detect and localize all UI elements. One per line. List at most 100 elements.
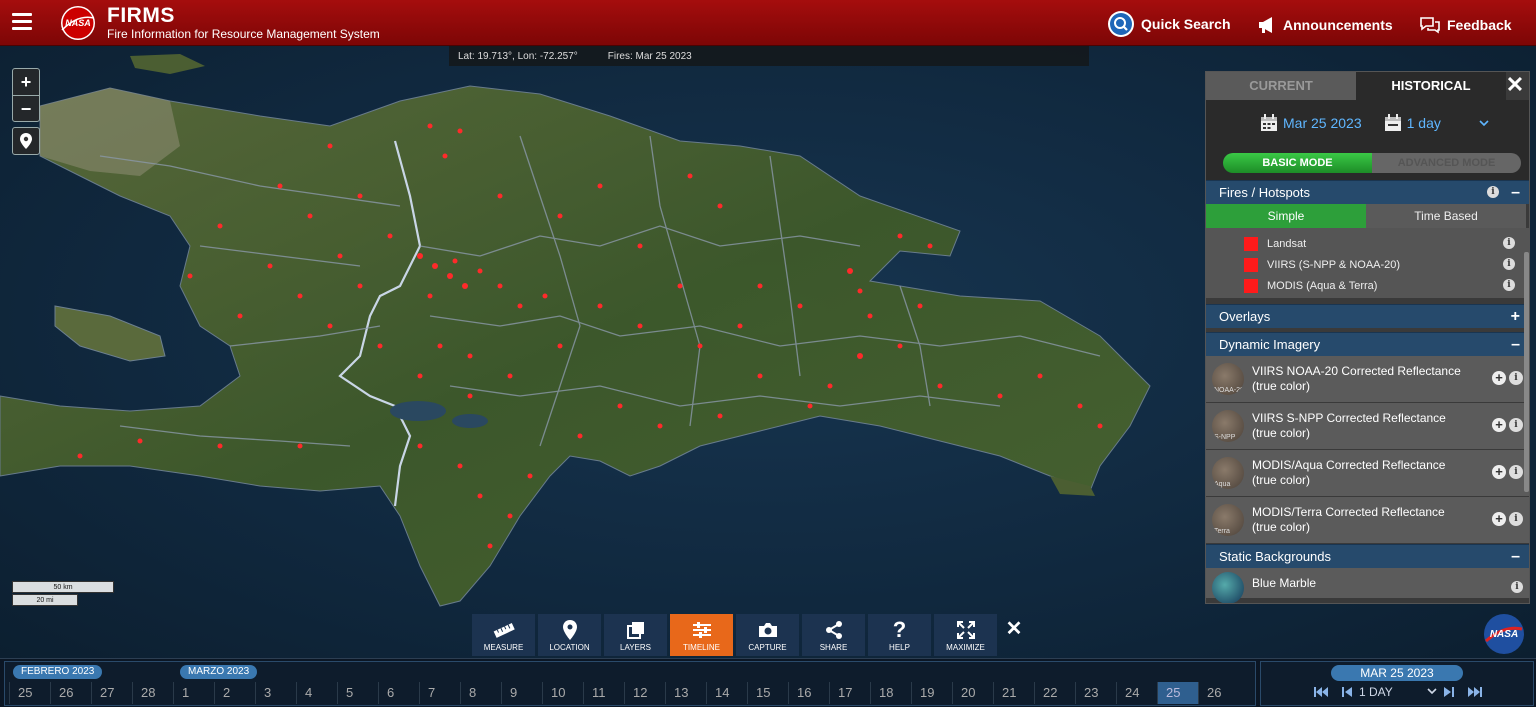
fire-layer-viirs[interactable]: VIIRS (S-NPP & NOAA-20) i xyxy=(1206,254,1529,275)
timeline-day[interactable]: 18 xyxy=(870,682,911,704)
share-button[interactable]: SHARE xyxy=(802,614,865,656)
close-toolbar-icon[interactable]: ✕ xyxy=(1000,614,1028,656)
info-icon[interactable]: i xyxy=(1487,186,1499,198)
layers-button[interactable]: LAYERS xyxy=(604,614,667,656)
timeline-day[interactable]: 19 xyxy=(911,682,952,704)
timeline-day[interactable]: 24 xyxy=(1116,682,1157,704)
section-overlays[interactable]: Overlays + xyxy=(1206,304,1529,328)
capture-button[interactable]: CAPTURE xyxy=(736,614,799,656)
timeline-day[interactable]: 13 xyxy=(665,682,706,704)
subtab-simple[interactable]: Simple xyxy=(1206,204,1366,228)
info-icon[interactable]: i xyxy=(1503,237,1515,249)
timeline-day[interactable]: 12 xyxy=(624,682,665,704)
collapse-icon[interactable]: – xyxy=(1511,545,1520,569)
info-icon[interactable]: i xyxy=(1509,371,1523,385)
timeline-day[interactable]: 27 xyxy=(91,682,132,704)
announcements-button[interactable]: Announcements xyxy=(1257,11,1393,39)
imagery-item[interactable]: S-NPP VIIRS S-NPP Corrected Reflectance … xyxy=(1206,403,1529,450)
tab-current[interactable]: CURRENT xyxy=(1206,72,1356,100)
timeline-day[interactable]: 1 xyxy=(173,682,214,704)
timeline-day[interactable]: 21 xyxy=(993,682,1034,704)
measure-button[interactable]: MEASURE xyxy=(472,614,535,656)
timeline-day[interactable]: 5 xyxy=(337,682,378,704)
panel-scrollbar[interactable] xyxy=(1524,252,1529,492)
calendar-icon xyxy=(1261,114,1277,131)
timeline-days[interactable]: FEBRERO 2023 MARZO 2023 25 26 27 28 1 2 3 4 5 6 7 8… xyxy=(4,661,1256,706)
tool-label: MEASURE xyxy=(483,643,524,652)
app-title: FIRMS xyxy=(107,4,175,27)
timeline-day[interactable]: 4 xyxy=(296,682,337,704)
timeline-day[interactable]: 10 xyxy=(542,682,583,704)
timeline-button[interactable]: TIMELINE xyxy=(670,614,733,656)
imagery-item[interactable]: NOAA-20 VIIRS NOAA-20 Corrected Reflecta… xyxy=(1206,356,1529,403)
info-icon[interactable]: i xyxy=(1503,279,1515,291)
skip-back-icon[interactable] xyxy=(1314,686,1328,698)
section-static-backgrounds[interactable]: Static Backgrounds – xyxy=(1206,544,1529,568)
timeline-day[interactable]: 14 xyxy=(706,682,747,704)
fire-layer-landsat[interactable]: Landsat i xyxy=(1206,233,1529,254)
timeline-day[interactable]: 26 xyxy=(1198,682,1239,704)
imagery-thumbnail: NOAA-20 xyxy=(1212,363,1244,395)
timeline-day[interactable]: 25 xyxy=(9,682,50,704)
collapse-icon[interactable]: – xyxy=(1511,333,1520,357)
subtab-time-based[interactable]: Time Based xyxy=(1366,204,1526,228)
background-blue-marble[interactable]: Blue Marble i xyxy=(1206,568,1529,603)
timeline-day[interactable]: 23 xyxy=(1075,682,1116,704)
timeline-day[interactable]: 16 xyxy=(788,682,829,704)
maximize-button[interactable]: MAXIMIZE xyxy=(934,614,997,656)
timeline-day[interactable]: 9 xyxy=(501,682,542,704)
timeline-day[interactable]: 8 xyxy=(460,682,501,704)
add-icon[interactable]: + xyxy=(1492,371,1506,385)
timeline-day[interactable]: 15 xyxy=(747,682,788,704)
section-fires-hotspots[interactable]: Fires / Hotspots i – xyxy=(1206,180,1529,204)
close-panel-icon[interactable]: ✕ xyxy=(1505,74,1525,96)
step-back-icon[interactable] xyxy=(1342,686,1352,698)
timeline-day[interactable]: 2 xyxy=(214,682,255,704)
date-picker[interactable]: Mar 25 2023 xyxy=(1260,114,1362,132)
timeline-day[interactable]: 3 xyxy=(255,682,296,704)
step-forward-icon[interactable] xyxy=(1444,686,1454,698)
info-icon[interactable]: i xyxy=(1511,581,1523,593)
timeline-day[interactable]: 7 xyxy=(419,682,460,704)
quick-search-button[interactable]: Quick Search xyxy=(1107,10,1231,38)
info-icon[interactable]: i xyxy=(1509,418,1523,432)
info-icon[interactable]: i xyxy=(1509,512,1523,526)
basic-mode-button[interactable]: BASIC MODE xyxy=(1223,153,1372,173)
location-button[interactable]: LOCATION xyxy=(538,614,601,656)
zoom-out-button[interactable]: − xyxy=(13,95,39,121)
feedback-button[interactable]: Feedback xyxy=(1419,11,1512,39)
fire-layer-modis[interactable]: MODIS (Aqua & Terra) i xyxy=(1206,275,1529,296)
timeline-day[interactable]: 20 xyxy=(952,682,993,704)
info-icon[interactable]: i xyxy=(1509,465,1523,479)
tab-historical[interactable]: HISTORICAL xyxy=(1356,72,1506,100)
zoom-in-button[interactable]: + xyxy=(13,69,39,95)
imagery-item[interactable]: Aqua MODIS/Aqua Corrected Reflectance (t… xyxy=(1206,450,1529,497)
add-icon[interactable]: + xyxy=(1492,418,1506,432)
timeline-day[interactable]: 17 xyxy=(829,682,870,704)
add-icon[interactable]: + xyxy=(1492,512,1506,526)
step-select[interactable]: 1 DAY xyxy=(1359,685,1437,699)
timeline-day[interactable]: 28 xyxy=(132,682,173,704)
menu-icon[interactable] xyxy=(12,13,32,31)
advanced-mode-button[interactable]: ADVANCED MODE xyxy=(1372,153,1521,173)
timeline-day[interactable]: 26 xyxy=(50,682,91,704)
fire-layer-list: Landsat i VIIRS (S-NPP & NOAA-20) i MODI… xyxy=(1206,228,1529,298)
chevron-down-icon xyxy=(1479,120,1489,127)
expand-icon[interactable]: + xyxy=(1511,305,1520,329)
timeline-day[interactable]: 22 xyxy=(1034,682,1075,704)
timeline-day[interactable]: 25 xyxy=(1157,682,1198,704)
nasa-corner-logo: NASA xyxy=(1484,614,1524,654)
megaphone-icon xyxy=(1257,15,1277,35)
collapse-icon[interactable]: – xyxy=(1511,181,1520,205)
imagery-item[interactable]: Terra MODIS/Terra Corrected Reflectance … xyxy=(1206,497,1529,544)
timeline-day[interactable]: 11 xyxy=(583,682,624,704)
skip-forward-icon[interactable] xyxy=(1468,686,1482,698)
range-select[interactable]: 1 day xyxy=(1384,114,1489,132)
info-icon[interactable]: i xyxy=(1503,258,1515,270)
section-dynamic-imagery[interactable]: Dynamic Imagery – xyxy=(1206,332,1529,356)
nasa-logo: NASA xyxy=(61,6,95,40)
add-icon[interactable]: + xyxy=(1492,465,1506,479)
help-button[interactable]: ? HELP xyxy=(868,614,931,656)
timeline-day[interactable]: 6 xyxy=(378,682,419,704)
locate-button[interactable] xyxy=(12,127,40,155)
